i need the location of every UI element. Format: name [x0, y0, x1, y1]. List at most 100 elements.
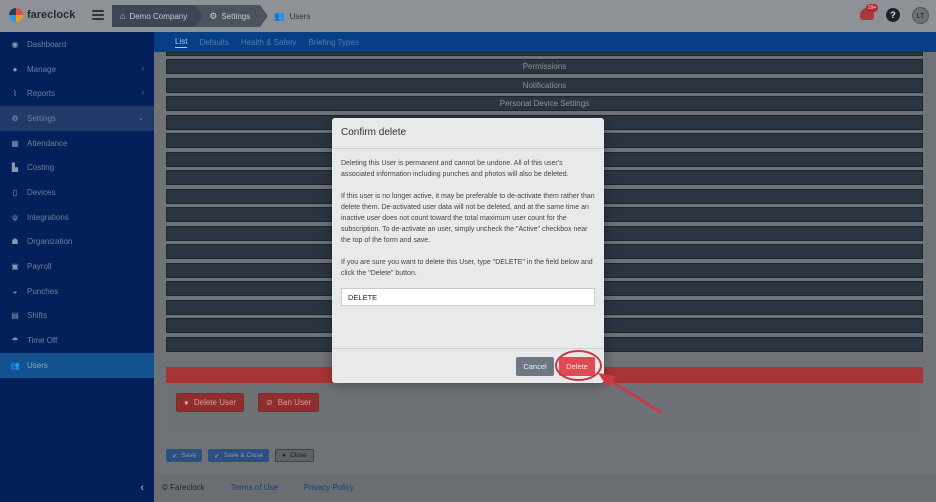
- sidebar: ◉ Dashboard ● Manage ‹ ⌇ Reports ‹ ⚙ Setting…: [0, 32, 154, 502]
- sidebar-item-integrations[interactable]: ψ Integrations: [0, 205, 154, 230]
- gear-icon: ⚙: [209, 10, 218, 21]
- sidebar-item-manage[interactable]: ● Manage ‹: [0, 57, 154, 82]
- sidebar-item-punches[interactable]: ◒ Punches: [0, 279, 154, 304]
- save-label: Save: [181, 452, 197, 459]
- sidebar-item-label: Integrations: [27, 212, 69, 222]
- settings-subnav: List Defaults Health & Safety Briefing T…: [154, 32, 936, 52]
- calendar-check-icon: ▤: [11, 311, 19, 321]
- sidebar-item-payroll[interactable]: ▣ Payroll: [0, 254, 154, 279]
- delete-user-button[interactable]: ● Delete User: [176, 393, 245, 412]
- chevron-down-icon: ⌄: [138, 115, 144, 123]
- users-icon: 👥: [274, 10, 286, 21]
- collapse-sidebar-icon[interactable]: ‹: [140, 482, 144, 494]
- cancel-button[interactable]: Cancel: [516, 357, 554, 376]
- person-icon: ●: [12, 64, 18, 74]
- org-chart-icon: ☗: [11, 237, 19, 247]
- chevron-left-icon: ‹: [141, 65, 144, 73]
- section-permissions[interactable]: Permissions: [166, 59, 923, 74]
- breadcrumb-users[interactable]: 👥 Users: [260, 5, 321, 27]
- punch-clock-icon: ◒: [12, 286, 18, 296]
- tab-list[interactable]: List: [175, 37, 188, 48]
- section-notifications[interactable]: Notifications: [166, 77, 923, 93]
- section-bar: [166, 52, 923, 56]
- breadcrumb-company-label: Demo Company: [129, 11, 188, 21]
- fareclock-logo-icon: [9, 8, 23, 22]
- save-close-label: Save & Close: [223, 452, 264, 459]
- sidebar-item-label: Shifts: [27, 311, 48, 321]
- dialog-body: Deleting this User is permanent and cann…: [332, 149, 604, 306]
- sidebar-item-label: Organization: [27, 237, 73, 247]
- terms-link[interactable]: Terms of Use: [231, 483, 278, 492]
- sidebar-item-label: Time Off: [27, 336, 58, 346]
- gear-icon: ⚙: [11, 113, 19, 123]
- sidebar-item-time-off[interactable]: ☂ Time Off: [0, 328, 154, 353]
- confirm-delete-dialog: Confirm delete Deleting this User is per…: [332, 118, 604, 383]
- sidebar-item-settings[interactable]: ⚙ Settings ⌄: [0, 106, 154, 131]
- tablet-icon: ▯: [12, 187, 18, 197]
- top-bar: fareclock ⌂ Demo Company ⚙ Settings 👥 Us…: [0, 0, 936, 32]
- sidebar-item-label: Costing: [27, 163, 55, 173]
- delete-highlight-circle: [555, 350, 602, 381]
- save-icon: ✔: [172, 452, 178, 460]
- help-button[interactable]: ?: [886, 8, 900, 22]
- form-actions: ✔ Save ✔ Save & Close ● Close: [166, 449, 314, 462]
- save-icon: ✔: [214, 452, 220, 460]
- beach-umbrella-icon: ☂: [11, 336, 19, 346]
- sidebar-item-users[interactable]: 👥 Users: [0, 352, 154, 378]
- ban-user-button[interactable]: ⊘ Ban User: [258, 393, 320, 412]
- sidebar-item-label: Dashboard: [27, 39, 67, 49]
- sidebar-item-shifts[interactable]: ▤ Shifts: [0, 304, 154, 329]
- privacy-link[interactable]: Privacy Policy: [304, 483, 354, 492]
- avatar[interactable]: LT: [912, 7, 929, 24]
- sidebar-item-label: Settings: [27, 113, 56, 123]
- menu-toggle-icon[interactable]: [92, 10, 104, 20]
- money-icon: ▣: [11, 262, 19, 272]
- sidebar-item-attendance[interactable]: ▦ Attendance: [0, 131, 154, 156]
- sidebar-item-organization[interactable]: ☗ Organization: [0, 230, 154, 255]
- sidebar-item-label: Punches: [27, 286, 59, 296]
- save-close-button[interactable]: ✔ Save & Close: [208, 449, 270, 462]
- dialog-title: Confirm delete: [332, 118, 604, 149]
- section-personal-device-settings[interactable]: Personal Device Settings: [166, 96, 923, 111]
- breadcrumb-settings[interactable]: ⚙ Settings: [195, 5, 269, 27]
- breadcrumb-settings-label: Settings: [221, 11, 251, 21]
- dialog-instruction-text: If you are sure you want to delete this …: [341, 259, 593, 277]
- pointer-arrow-icon: [598, 373, 662, 414]
- users-icon: 👥: [10, 360, 20, 370]
- plug-icon: ψ: [12, 212, 18, 222]
- sidebar-item-costing[interactable]: ▙ Costing: [0, 155, 154, 180]
- notification-badge: 29+: [866, 4, 879, 12]
- tab-health-safety[interactable]: Health & Safety: [241, 38, 297, 47]
- factory-icon: ▙: [11, 163, 19, 173]
- sidebar-item-dashboard[interactable]: ◉ Dashboard: [0, 32, 154, 57]
- app-name: fareclock: [27, 9, 76, 21]
- ban-icon: ⊘: [266, 398, 273, 407]
- delete-confirm-input[interactable]: [341, 288, 595, 306]
- page-footer: © Fareclock Terms of Use Privacy Policy: [154, 473, 936, 502]
- breadcrumb-company[interactable]: ⌂ Demo Company: [112, 5, 204, 27]
- chart-icon: ⌇: [13, 89, 17, 99]
- close-button[interactable]: ● Close: [275, 449, 314, 462]
- sidebar-item-reports[interactable]: ⌇ Reports ‹: [0, 81, 154, 106]
- sidebar-item-label: Users: [27, 360, 48, 370]
- close-icon: ●: [282, 452, 287, 459]
- breadcrumb: ⌂ Demo Company ⚙ Settings 👥 Users: [112, 5, 321, 27]
- sidebar-item-label: Manage: [27, 64, 56, 74]
- save-button[interactable]: ✔ Save: [166, 449, 203, 462]
- close-label: Close: [290, 452, 307, 459]
- calendar-icon: ▦: [11, 138, 19, 148]
- sidebar-item-label: Reports: [27, 89, 56, 99]
- tab-defaults[interactable]: Defaults: [199, 38, 228, 47]
- sidebar-item-devices[interactable]: ▯ Devices: [0, 180, 154, 205]
- app-logo[interactable]: fareclock: [9, 8, 75, 22]
- dialog-warning-text: Deleting this User is permanent and cann…: [341, 160, 569, 178]
- delete-user-label: Delete User: [193, 398, 237, 407]
- sidebar-item-label: Payroll: [27, 262, 52, 272]
- sidebar-item-label: Devices: [27, 187, 56, 197]
- breadcrumb-users-label: Users: [289, 11, 311, 21]
- person-icon: ●: [184, 398, 189, 407]
- sidebar-footer: ‹: [0, 476, 154, 502]
- sidebar-item-label: Attendance: [27, 138, 68, 148]
- tab-briefing-types[interactable]: Briefing Types: [308, 38, 359, 47]
- ban-user-label: Ban User: [277, 398, 312, 407]
